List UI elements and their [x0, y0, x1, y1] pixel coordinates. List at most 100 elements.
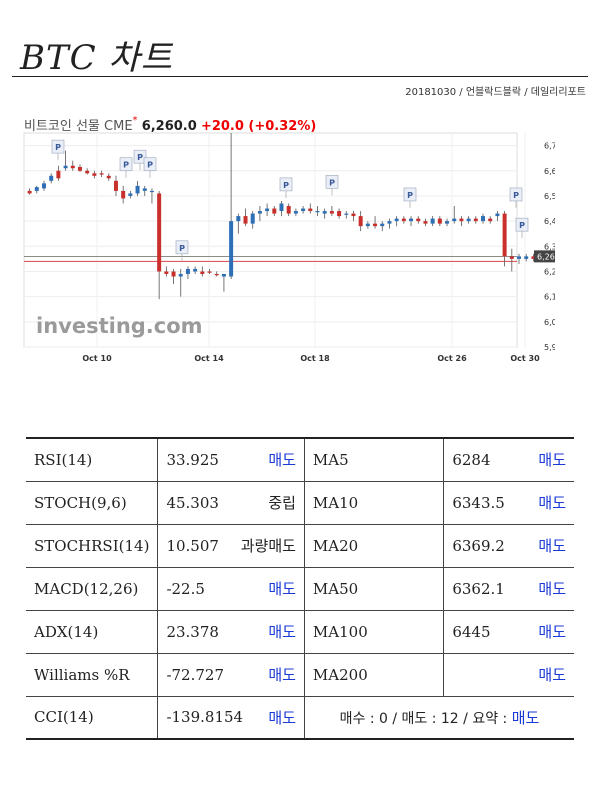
- candle-body: [502, 213, 507, 257]
- candle-body: [416, 218, 421, 222]
- candle-body: [473, 218, 478, 222]
- candle-body: [509, 256, 514, 259]
- ma-value: 6284: [452, 450, 491, 469]
- ma-name: MA5: [304, 437, 445, 482]
- candle-body: [459, 218, 464, 222]
- candle-body: [157, 193, 162, 272]
- y-tick-label: 6,500.0: [544, 192, 555, 201]
- candle-body: [337, 211, 342, 217]
- candle-body: [214, 273, 219, 276]
- indicator-value: 33.925: [166, 450, 219, 469]
- indicator-value: -22.5: [166, 579, 205, 598]
- indicator-cell: 23.378 매도: [157, 610, 305, 654]
- indicator-name: Williams %R: [26, 653, 159, 697]
- price-chart: 비트코인 선물 CME* 6,260.0 +20.0 (+0.32%) PPPP…: [22, 105, 555, 375]
- candle-body: [488, 218, 493, 222]
- ma-name: MA10: [304, 481, 445, 525]
- candle-body: [250, 213, 255, 224]
- indicator-row: STOCH(9,6) 45.303 중립 MA10 6343.5 매도: [26, 481, 574, 525]
- y-tick-label: 5,900.0: [544, 343, 555, 352]
- indicator-row: ADX(14) 23.378 매도 MA100 6445 매도: [26, 610, 574, 654]
- candlestick-chart: PPPPPPPPPP 6,700.06,600.06,500.06,400.06…: [23, 132, 555, 363]
- candle-body: [358, 216, 363, 227]
- y-tick-label: 6,400.0: [544, 217, 555, 226]
- news-marker-label: P: [329, 178, 335, 187]
- candle-body: [185, 268, 190, 274]
- candle-body: [70, 165, 75, 169]
- indicator-row-cci: CCI(14) -139.8154 매도 매수 : 0 / 매도 : 12 / 요약 …: [26, 696, 574, 740]
- candle-body: [315, 211, 320, 213]
- candle-body: [121, 190, 126, 199]
- candle-body: [229, 221, 234, 277]
- indicator-value: -72.727: [166, 665, 224, 684]
- news-marker-label: P: [55, 143, 61, 152]
- candle-body: [430, 218, 435, 224]
- ma-signal: 매도: [538, 666, 566, 684]
- candle-body: [128, 193, 133, 196]
- candle-body: [207, 271, 212, 273]
- candle-body: [524, 256, 529, 259]
- candle-body: [85, 170, 90, 174]
- indicator-table: RSI(14) 33.925 매도 MA5 6284 매도 STOCH(9,6) 45.303…: [26, 437, 574, 740]
- indicator-cell: 10.507 과량매도: [157, 524, 305, 568]
- signal-summary: 매수 : 0 / 매도 : 12 / 요약 : 매도: [304, 696, 574, 740]
- x-tick-label: Oct 26: [437, 354, 467, 363]
- last-price-badge-label: 6,260.0: [537, 252, 555, 261]
- candle-body: [279, 203, 284, 212]
- page-title: BTC 차트: [20, 38, 174, 78]
- ma-signal: 매도: [538, 537, 566, 555]
- candle-body: [322, 211, 327, 214]
- candle-body: [286, 206, 291, 214]
- indicator-name: CCI(14): [26, 696, 159, 740]
- news-marker-label: P: [137, 153, 143, 162]
- y-tick-label: 6,100.0: [544, 293, 555, 302]
- news-marker-label: P: [123, 161, 129, 170]
- x-tick-label: Oct 18: [300, 354, 330, 363]
- indicator-cell: 45.303 중립: [157, 481, 305, 525]
- indicator-signal: 중립: [268, 494, 296, 512]
- byline: 20181030 / 언블락드블락 / 데일리리포트: [405, 87, 586, 98]
- x-tick-label: Oct 30: [510, 354, 540, 363]
- candle-body: [142, 188, 147, 191]
- ma-cell: 6362.1 매도: [443, 567, 574, 611]
- ma-value: 6343.5: [452, 493, 505, 512]
- candle-body: [41, 183, 46, 189]
- candle-body: [329, 211, 334, 214]
- y-tick-label: 6,300.0: [544, 242, 555, 251]
- y-tick-label: 6,000.0: [544, 318, 555, 327]
- indicator-name: STOCH(9,6): [26, 481, 159, 525]
- summary-signal: 매도: [511, 708, 540, 727]
- ma-signal: 매도: [538, 494, 566, 512]
- candle-body: [113, 180, 118, 191]
- ma-cell: 매도: [443, 653, 574, 697]
- news-marker-label: P: [519, 221, 525, 230]
- y-tick-label: 6,200.0: [544, 267, 555, 276]
- ma-name: MA100: [304, 610, 445, 654]
- candle-body: [27, 190, 32, 194]
- candle-body: [437, 218, 442, 224]
- indicator-row: MACD(12,26) -22.5 매도 MA50 6362.1 매도: [26, 567, 574, 611]
- candle-body: [409, 218, 414, 222]
- indicator-value: 45.303: [166, 493, 219, 512]
- candle-body: [200, 271, 205, 274]
- ma-cell: 6343.5 매도: [443, 481, 574, 525]
- ma-value: 6445: [452, 622, 491, 641]
- news-marker-label: P: [283, 181, 289, 190]
- ma-signal: 매도: [538, 451, 566, 470]
- news-marker-label: P: [147, 161, 153, 170]
- indicator-row: STOCHRSI(14) 10.507 과량매도 MA20 6369.2 매도: [26, 524, 574, 568]
- candle-body: [56, 170, 61, 179]
- indicator-row: RSI(14) 33.925 매도 MA5 6284 매도: [26, 437, 574, 482]
- candle-body: [178, 273, 183, 277]
- candle-body: [92, 173, 97, 176]
- candle-body: [308, 208, 313, 212]
- candle-body: [149, 190, 154, 193]
- candle-body: [380, 223, 385, 227]
- indicator-name: STOCHRSI(14): [26, 524, 159, 568]
- candle-body: [351, 213, 356, 217]
- indicator-signal: 과량매도: [240, 537, 296, 555]
- ma-name: MA200: [304, 653, 445, 697]
- candle-body: [272, 208, 277, 214]
- ma-cell: 6445 매도: [443, 610, 574, 654]
- candle-body: [373, 223, 378, 227]
